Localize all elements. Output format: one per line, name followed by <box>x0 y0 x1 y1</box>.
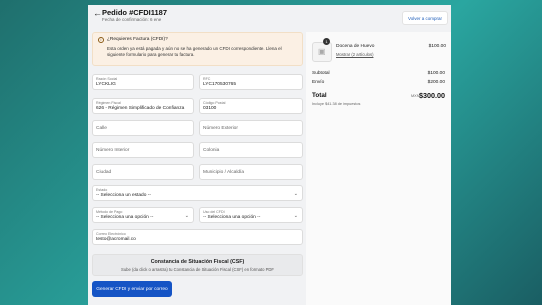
municipio-field[interactable]: Municipio / Alcaldía <box>199 164 303 180</box>
cp-label: Código Postal <box>203 101 226 105</box>
alert-body: Esta orden ya está pagada y aún no se ha… <box>107 46 282 57</box>
regimen-label: Régimen Fiscal <box>96 101 121 105</box>
quantity-badge: 1 <box>323 38 330 45</box>
razon-social-field[interactable]: Razón Social LYCKLIG <box>92 74 194 90</box>
metodo-pago-select[interactable]: Método de Pago -- Selecciona una opción … <box>92 207 194 223</box>
order-summary: ▣ 1 Docena de Huevo $100.00 Mostrar (2 a… <box>306 32 451 305</box>
back-arrow-icon[interactable]: ← <box>93 8 102 18</box>
uso-cfdi-select[interactable]: Uso del CFDI -- Selecciona una opción --… <box>199 207 303 223</box>
calle-placeholder: Calle <box>96 126 107 131</box>
metodo-pago-value: -- Selecciona una opción -- <box>96 215 154 220</box>
confirmation-date: Fecha de confirmación: 6 ene <box>102 17 162 22</box>
subtotal-label: Subtotal <box>312 71 330 76</box>
estado-select[interactable]: Estado -- Selecciona un estado -- ⌄ <box>92 185 303 201</box>
csf-upload-dropzone[interactable]: Constancia de Situación Fiscal (CSF) Sub… <box>92 254 303 276</box>
subtotal-value: $100.00 <box>427 71 445 76</box>
shipping-value: $200.00 <box>427 80 445 85</box>
rfc-field[interactable]: RFC LYC170530765 <box>199 74 303 90</box>
csf-subtitle: Sube (da click o arrastra) tu Constancia… <box>121 267 274 272</box>
shipping-row: Envío $200.00 <box>312 80 445 85</box>
show-items-link[interactable]: Mostrar (2 artículos) <box>336 52 373 57</box>
info-icon: i <box>98 37 104 43</box>
estado-value: -- Selecciona un estado -- <box>96 193 151 198</box>
product-thumbnail: ▣ <box>312 42 332 62</box>
total-value: $300.00 <box>419 91 445 100</box>
codigo-postal-field[interactable]: Código Postal 03100 <box>199 98 303 114</box>
order-panel: ← Pedido #CFDI1187 Fecha de confirmación… <box>88 5 451 305</box>
numero-exterior-placeholder: Número Exterior <box>203 126 238 131</box>
uso-cfdi-value: -- Selecciona una opción -- <box>203 215 261 220</box>
generate-cfdi-button[interactable]: Generar CFDI y enviar por correo <box>92 281 172 297</box>
alert-title: ¿Requieres Factura (CFDI)? <box>107 37 168 42</box>
chevron-down-icon: ⌄ <box>293 191 298 197</box>
subtotal-row: Subtotal $100.00 <box>312 71 445 76</box>
numero-interior-field[interactable]: Número Interior <box>92 142 194 158</box>
numero-exterior-field[interactable]: Número Exterior <box>199 120 303 136</box>
email-field[interactable]: Correo Electrónico testo@acromail.co <box>92 229 303 245</box>
total-label: Total <box>312 92 327 99</box>
razon-social-value: LYCKLIG <box>96 82 116 87</box>
buy-again-button[interactable]: Volver a comprar <box>402 11 448 25</box>
image-placeholder-icon: ▣ <box>318 47 326 56</box>
email-label: Correo Electrónico <box>96 232 126 236</box>
chevron-down-icon: ⌄ <box>184 213 189 219</box>
product-price: $100.00 <box>428 44 446 49</box>
cp-value: 03100 <box>203 106 217 111</box>
uso-cfdi-label: Uso del CFDI <box>203 210 225 214</box>
colonia-field[interactable]: Colonia <box>199 142 303 158</box>
email-value: testo@acromail.co <box>96 237 136 242</box>
metodo-pago-label: Método de Pago <box>96 210 123 214</box>
regimen-value: 626 - Régimen Simplificado de Confianza <box>96 106 185 111</box>
estado-label: Estado <box>96 188 108 192</box>
rfc-value: LYC170530765 <box>203 82 236 87</box>
regimen-fiscal-select[interactable]: Régimen Fiscal 626 - Régimen Simplificad… <box>92 98 194 114</box>
colonia-placeholder: Colonia <box>203 148 220 153</box>
ciudad-placeholder: Ciudad <box>96 170 112 175</box>
page-title: Pedido #CFDI1187 <box>102 8 168 17</box>
invoice-alert: i ¿Requieres Factura (CFDI)? Esta orden … <box>92 32 303 66</box>
csf-title: Constancia de Situación Fiscal (CSF) <box>150 259 245 265</box>
numero-interior-placeholder: Número Interior <box>96 148 130 153</box>
ciudad-field[interactable]: Ciudad <box>92 164 194 180</box>
order-header: ← Pedido #CFDI1187 Fecha de confirmación… <box>88 5 451 29</box>
razon-social-label: Razón Social <box>96 77 118 81</box>
taxes-note: Incluye $41.38 de impuestos <box>312 102 361 106</box>
chevron-down-icon: ⌄ <box>293 213 298 219</box>
rfc-label: RFC <box>203 77 211 81</box>
shipping-label: Envío <box>312 80 325 85</box>
municipio-placeholder: Municipio / Alcaldía <box>203 170 245 175</box>
calle-field[interactable]: Calle <box>92 120 194 136</box>
product-name: Docena de Huevo <box>336 44 375 49</box>
